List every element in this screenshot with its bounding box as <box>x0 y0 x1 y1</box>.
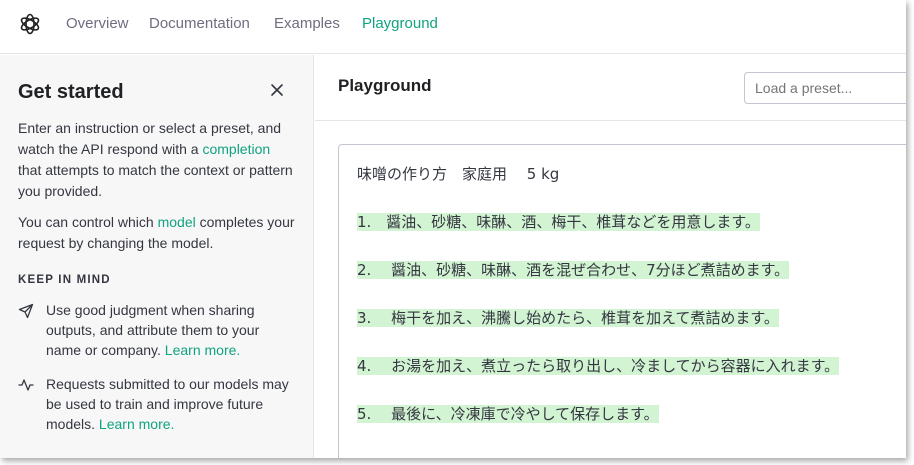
nav-documentation[interactable]: Documentation <box>149 15 250 32</box>
completion-line: 4. お湯を加え、煮立ったら取り出し、冷ましてから容器に入れます。 <box>357 357 840 375</box>
playground-main: Playground 味噌の作り方 家庭用 5 kg 1. 醤油、砂糖、味醂、酒… <box>315 55 906 458</box>
model-link[interactable]: model <box>158 214 196 230</box>
nav-overview[interactable]: Overview <box>66 15 129 32</box>
get-started-panel: Get started Enter an instruction or sele… <box>0 55 314 458</box>
completion-link[interactable]: completion <box>202 141 270 157</box>
completion-line: 1. 醤油、砂糖、味醂、酒、梅干、椎茸などを用意します。 <box>357 213 760 231</box>
panel-title: Get started <box>18 81 124 103</box>
nav-playground[interactable]: Playground <box>362 15 438 32</box>
top-nav: Overview Documentation Examples Playgrou… <box>0 0 906 54</box>
keep-in-mind-heading: KEEP IN MIND <box>18 274 111 286</box>
prompt-text: 味噌の作り方 家庭用 5 kg <box>357 165 560 183</box>
app-window: Overview Documentation Examples Playgrou… <box>0 0 906 458</box>
page-title: Playground <box>338 76 432 95</box>
intro-text: Enter an instruction or select a preset,… <box>18 120 293 199</box>
divider <box>315 120 906 121</box>
close-icon[interactable] <box>268 81 286 99</box>
completion-line: 2. 醤油、砂糖、味醂、酒を混ぜ合わせ、7分ほど煮詰めます。 <box>357 261 790 279</box>
send-icon <box>18 303 34 319</box>
learn-more-link[interactable]: Learn more. <box>165 342 240 358</box>
openai-logo-icon[interactable] <box>18 12 42 36</box>
prompt-editor[interactable]: 味噌の作り方 家庭用 5 kg 1. 醤油、砂糖、味醂、酒、梅干、椎茸などを用意… <box>338 144 906 458</box>
activity-icon <box>18 379 34 391</box>
completion-line: 5. 最後に、冷凍庫で冷やして保存します。 <box>357 405 659 423</box>
completion-line: 3. 梅干を加え、沸騰し始めたら、椎茸を加えて煮詰めます。 <box>357 309 779 327</box>
preset-select[interactable] <box>744 72 906 104</box>
tip-item: Requests submitted to our models may be … <box>18 374 295 434</box>
tip-item: Use good judgment when sharing outputs, … <box>18 300 295 360</box>
model-text: You can control which model completes yo… <box>18 214 295 251</box>
nav-examples[interactable]: Examples <box>274 15 340 32</box>
learn-more-link[interactable]: Learn more. <box>99 416 174 432</box>
